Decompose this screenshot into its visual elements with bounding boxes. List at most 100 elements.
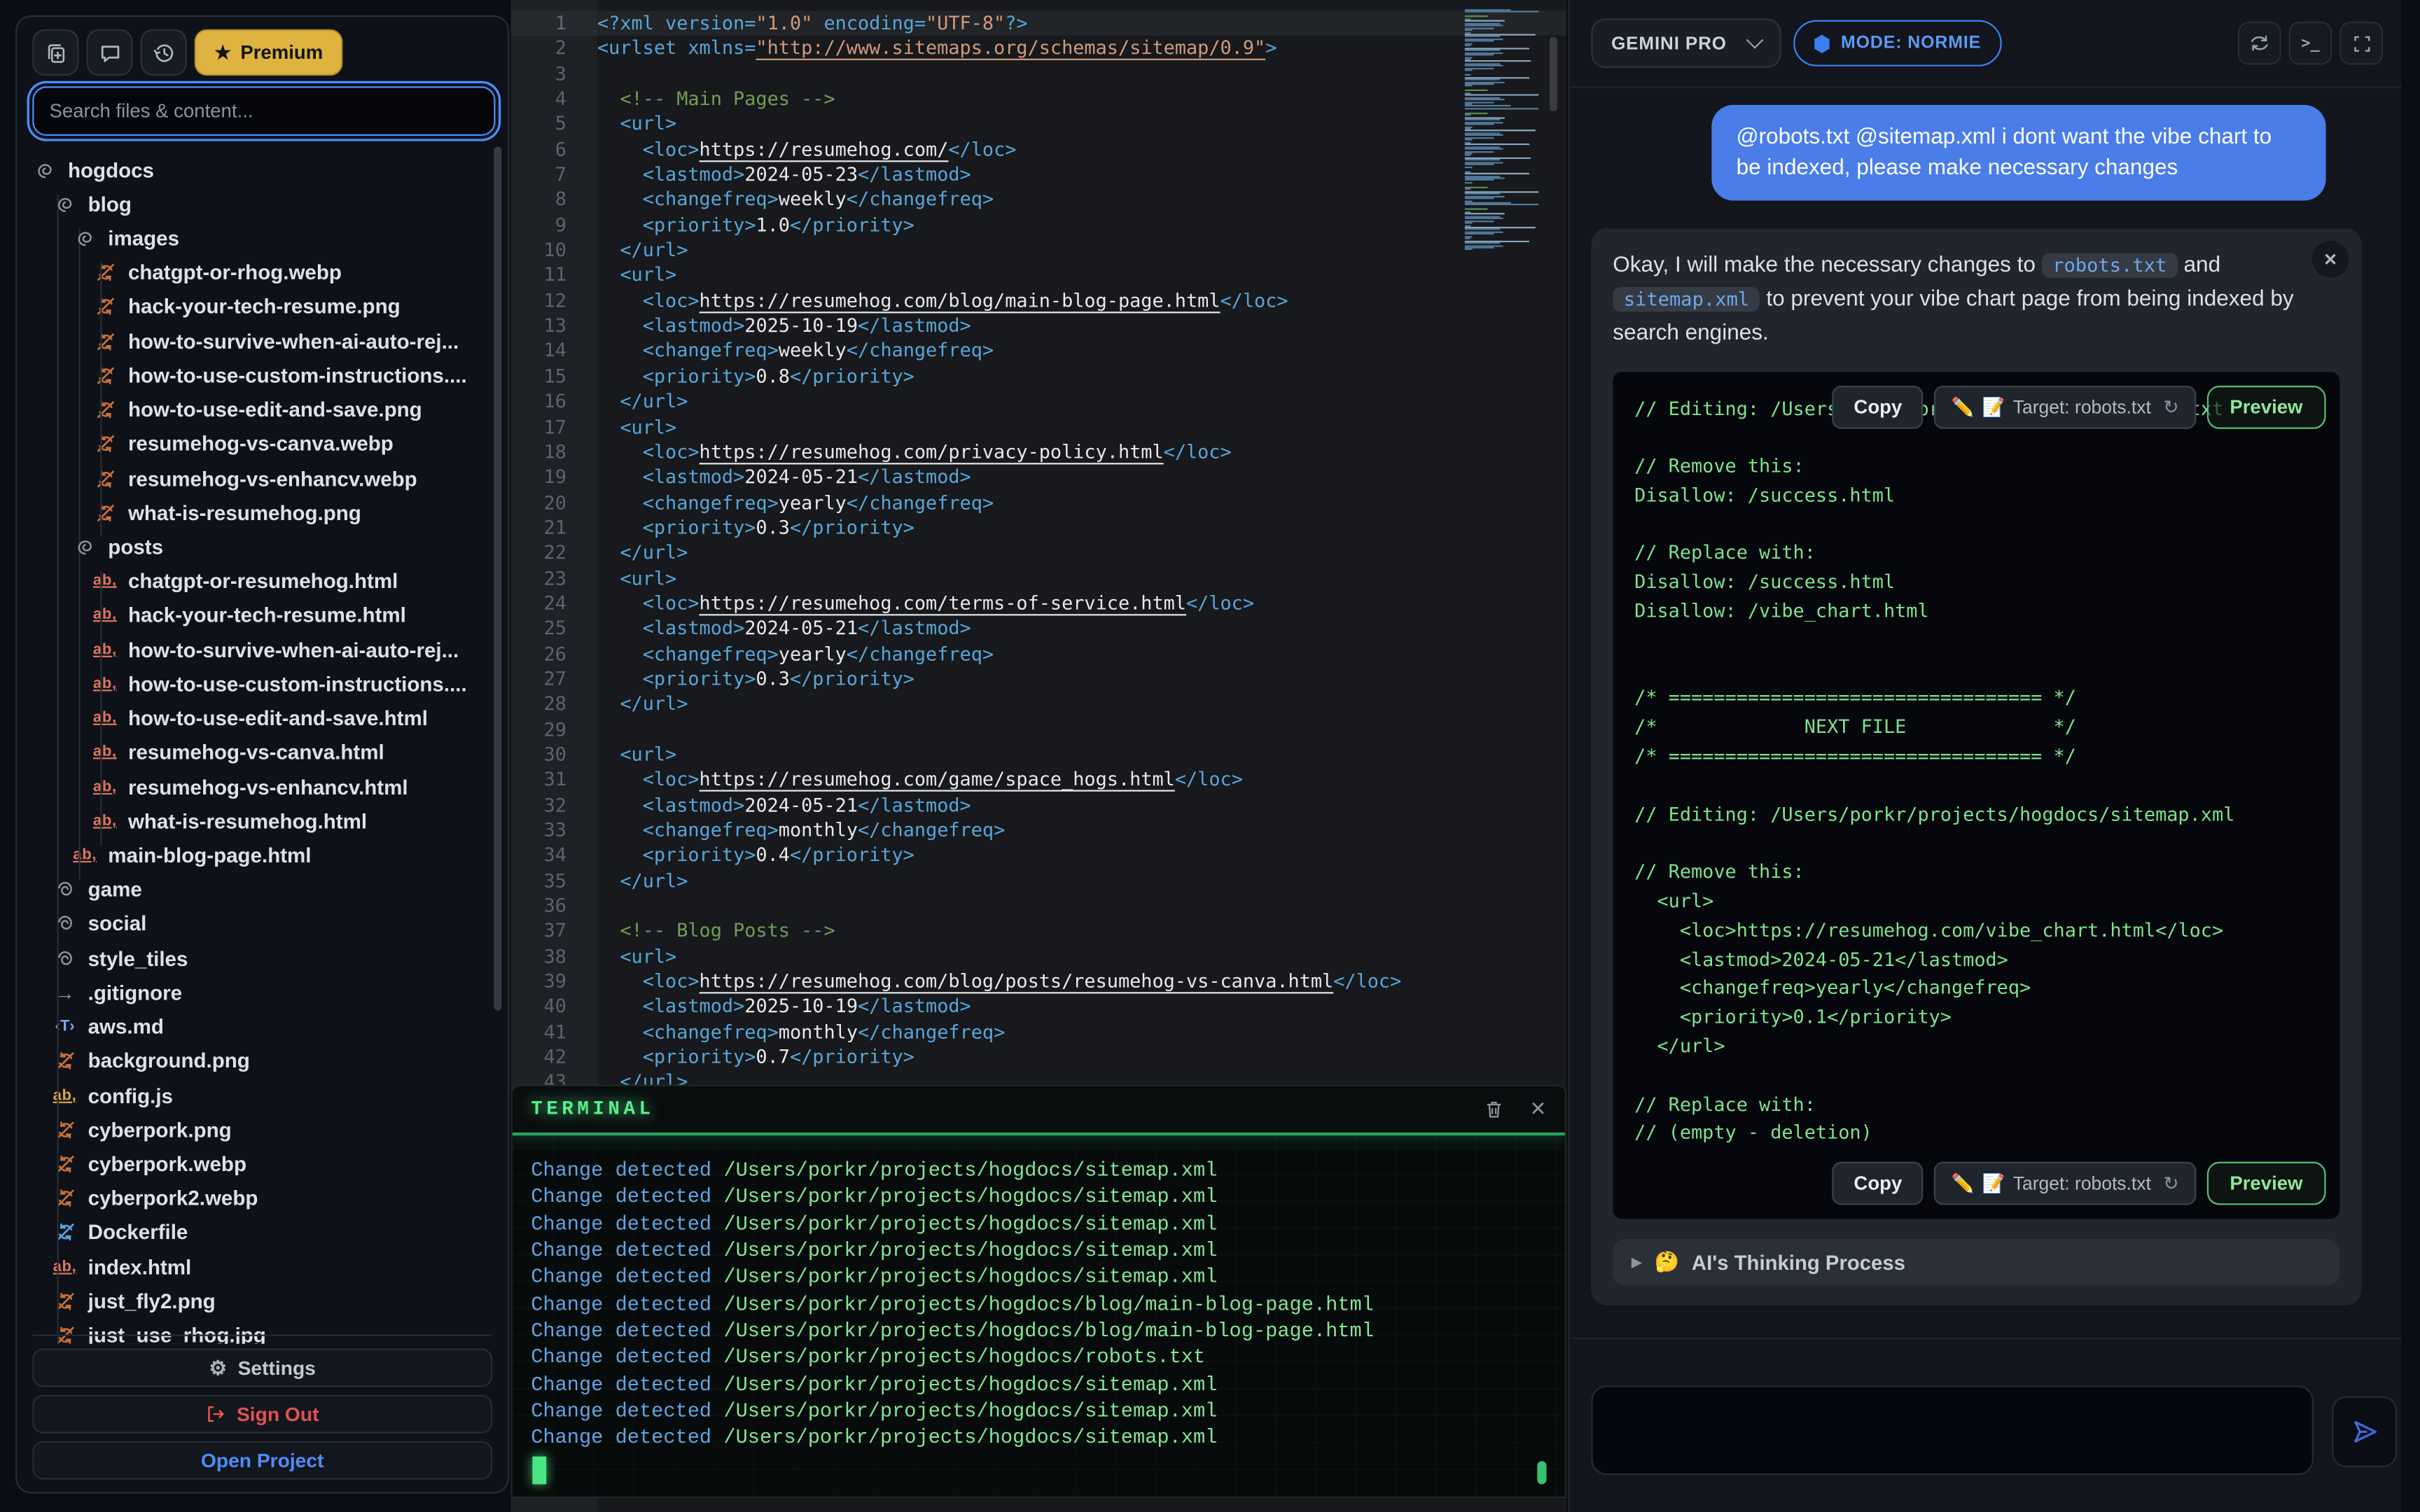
close-message-button[interactable]: ✕: [2312, 241, 2349, 278]
trash-icon[interactable]: [1483, 1098, 1505, 1120]
tree-item[interactable]: style_tiles: [17, 941, 508, 976]
terminal-toggle-button[interactable]: >_: [2289, 22, 2332, 65]
tree-item[interactable]: →.gitignore: [17, 976, 508, 1010]
editor-line[interactable]: 12 <loc>https://resumehog.com/blog/main-…: [511, 288, 1567, 314]
tree-item[interactable]: images: [17, 221, 508, 255]
editor-line[interactable]: 10 </url>: [511, 238, 1567, 263]
editor-line[interactable]: 40 <lastmod>2025-10-19</lastmod>: [511, 994, 1567, 1019]
tree-item[interactable]: how-to-use-custom-instructions....: [17, 358, 508, 393]
target-file-button[interactable]: ✏️ 📝 Target: robots.txt ↻: [1935, 1162, 2196, 1205]
tree-item[interactable]: cyberpork.webp: [17, 1147, 508, 1181]
tree-item[interactable]: hack-your-tech-resume.png: [17, 290, 508, 324]
model-selector[interactable]: GEMINI PRO: [1591, 18, 1781, 68]
tree-item[interactable]: resumehog-vs-enhancv.webp: [17, 461, 508, 496]
tree-item[interactable]: social: [17, 907, 508, 941]
tree-item[interactable]: game: [17, 873, 508, 907]
sidebar-scrollbar[interactable]: [494, 146, 501, 1010]
editor-line[interactable]: 38 <url>: [511, 944, 1567, 969]
editor-line[interactable]: 23 <url>: [511, 566, 1567, 591]
premium-button[interactable]: ★ Premium: [195, 29, 343, 76]
editor-line[interactable]: 1<?xml version="1.0" encoding="UTF-8"?>: [511, 10, 1567, 36]
minimap-slider[interactable]: [1550, 37, 1557, 111]
tree-item[interactable]: hogdocs: [17, 153, 508, 187]
tree-item[interactable]: what-is-resumehog.png: [17, 496, 508, 530]
editor-minimap[interactable]: [1465, 9, 1545, 256]
editor-line[interactable]: 27 <priority>0.3</priority>: [511, 666, 1567, 692]
editor-line[interactable]: 24 <loc>https://resumehog.com/terms-of-s…: [511, 591, 1567, 616]
tree-item[interactable]: ab,how-to-use-custom-instructions....: [17, 667, 508, 701]
target-file-button[interactable]: ✏️ 📝 Target: robots.txt ↻: [1935, 385, 2196, 428]
chat-button[interactable]: [86, 29, 132, 76]
editor-line[interactable]: 26 <changefreq>yearly</changefreq>: [511, 641, 1567, 666]
tree-item[interactable]: ab,index.html: [17, 1250, 508, 1284]
tree-item[interactable]: ab,config.js: [17, 1078, 508, 1112]
terminal-scrollbar[interactable]: [1537, 1461, 1546, 1484]
tree-item[interactable]: ab,main-blog-page.html: [17, 839, 508, 873]
editor-line[interactable]: 31 <loc>https://resumehog.com/game/space…: [511, 767, 1567, 792]
tree-item[interactable]: ab,how-to-survive-when-ai-auto-rej...: [17, 633, 508, 667]
history-button[interactable]: [141, 29, 187, 76]
editor-line[interactable]: 15 <priority>0.8</priority>: [511, 364, 1567, 389]
editor-line[interactable]: 4 <!-- Main Pages -->: [511, 86, 1567, 111]
tree-item[interactable]: how-to-use-edit-and-save.png: [17, 393, 508, 427]
editor-line[interactable]: 21 <priority>0.3</priority>: [511, 515, 1567, 540]
tree-item[interactable]: ‹T›aws.md: [17, 1010, 508, 1044]
tree-item[interactable]: cyberpork2.webp: [17, 1181, 508, 1215]
sign-out-button[interactable]: Sign Out: [32, 1395, 492, 1434]
tree-item[interactable]: ab,resumehog-vs-canva.html: [17, 736, 508, 770]
tree-item[interactable]: ab,hack-your-tech-resume.html: [17, 598, 508, 633]
tree-item[interactable]: Dockerfile: [17, 1215, 508, 1250]
terminal-close-icon[interactable]: ✕: [1529, 1097, 1546, 1121]
thinking-process-toggle[interactable]: ▶ 🤔 AI's Thinking Process: [1613, 1239, 2339, 1285]
editor-line[interactable]: 28 </url>: [511, 692, 1567, 717]
editor-line[interactable]: 17 <url>: [511, 414, 1567, 440]
fullscreen-button[interactable]: [2339, 22, 2383, 65]
editor-line[interactable]: 41 <changefreq>monthly</changefreq>: [511, 1019, 1567, 1044]
tree-item[interactable]: ab,chatgpt-or-resumehog.html: [17, 564, 508, 598]
tree-item[interactable]: ab,what-is-resumehog.html: [17, 804, 508, 839]
editor-line[interactable]: 37 <!-- Blog Posts -->: [511, 918, 1567, 944]
editor-line[interactable]: 16 </url>: [511, 389, 1567, 414]
mode-badge[interactable]: MODE: NORMIE: [1793, 20, 2001, 66]
editor-line[interactable]: 42 <priority>0.7</priority>: [511, 1044, 1567, 1070]
editor-line[interactable]: 9 <priority>1.0</priority>: [511, 213, 1567, 238]
tree-item[interactable]: posts: [17, 530, 508, 564]
editor-line[interactable]: 14 <changefreq>weekly</changefreq>: [511, 339, 1567, 364]
editor-line[interactable]: 7 <lastmod>2024-05-23</lastmod>: [511, 162, 1567, 188]
editor-line[interactable]: 36: [511, 893, 1567, 918]
editor-line[interactable]: 5 <url>: [511, 112, 1567, 137]
chat-input[interactable]: [1591, 1385, 2314, 1475]
editor-line[interactable]: 19 <lastmod>2024-05-21</lastmod>: [511, 465, 1567, 490]
settings-button[interactable]: ⚙ Settings: [32, 1348, 492, 1387]
tree-item[interactable]: ab,resumehog-vs-enhancv.html: [17, 770, 508, 804]
tree-item[interactable]: ab,how-to-use-edit-and-save.html: [17, 701, 508, 736]
tree-item[interactable]: background.png: [17, 1044, 508, 1078]
copy-button[interactable]: Copy: [1833, 385, 1924, 428]
editor-line[interactable]: 18 <loc>https://resumehog.com/privacy-po…: [511, 440, 1567, 465]
editor-line[interactable]: 6 <loc>https://resumehog.com/</loc>: [511, 137, 1567, 162]
preview-button[interactable]: Preview: [2206, 385, 2325, 428]
editor-line[interactable]: 22 </url>: [511, 540, 1567, 566]
copy-button[interactable]: Copy: [1833, 1162, 1924, 1205]
regenerate-button[interactable]: [2238, 22, 2281, 65]
tree-item[interactable]: resumehog-vs-canva.webp: [17, 427, 508, 461]
search-input[interactable]: [32, 86, 495, 136]
new-file-button[interactable]: [32, 29, 78, 76]
editor-line[interactable]: 11 <url>: [511, 263, 1567, 288]
editor-line[interactable]: 13 <lastmod>2025-10-19</lastmod>: [511, 314, 1567, 339]
editor-line[interactable]: 35 </url>: [511, 868, 1567, 893]
editor-line[interactable]: 34 <priority>0.4</priority>: [511, 843, 1567, 868]
tree-item[interactable]: just_fly2.png: [17, 1284, 508, 1318]
editor-line[interactable]: 32 <lastmod>2024-05-21</lastmod>: [511, 792, 1567, 818]
tree-item[interactable]: how-to-survive-when-ai-auto-rej...: [17, 324, 508, 358]
preview-button[interactable]: Preview: [2206, 1162, 2325, 1205]
open-project-button[interactable]: Open Project: [32, 1441, 492, 1480]
editor-line[interactable]: 3: [511, 61, 1567, 86]
editor-line[interactable]: 30 <url>: [511, 742, 1567, 767]
editor-line[interactable]: 33 <changefreq>monthly</changefreq>: [511, 818, 1567, 843]
editor-line[interactable]: 25 <lastmod>2024-05-21</lastmod>: [511, 616, 1567, 641]
editor-line[interactable]: 29: [511, 717, 1567, 742]
send-button[interactable]: [2332, 1396, 2397, 1467]
tree-item[interactable]: chatgpt-or-rhog.webp: [17, 255, 508, 290]
editor-line[interactable]: 20 <changefreq>yearly</changefreq>: [511, 490, 1567, 515]
